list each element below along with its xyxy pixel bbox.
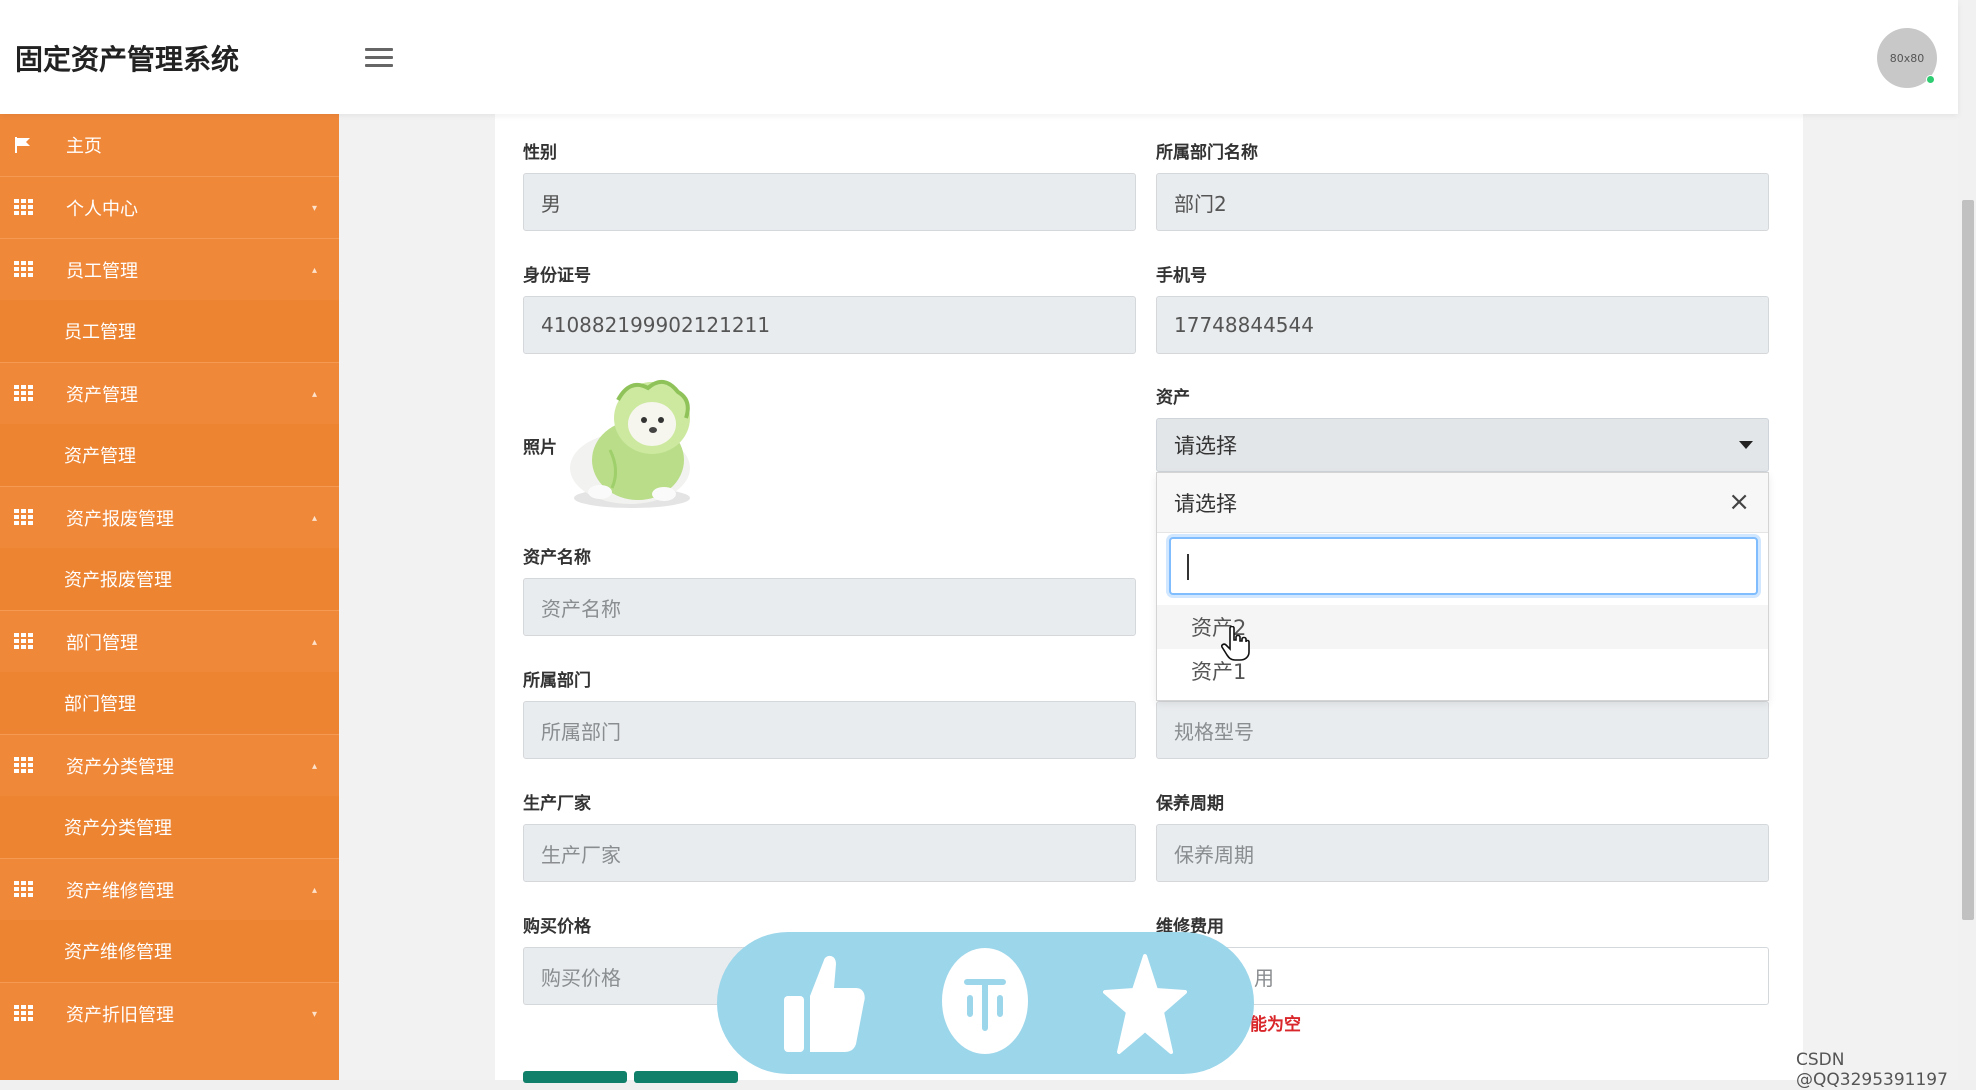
sidebar-item-label: 员工管理: [64, 322, 136, 343]
menu-toggle-icon[interactable]: [365, 48, 393, 68]
sidebar-subitem[interactable]: 资产分类管理: [0, 796, 339, 858]
spec-model-field[interactable]: 规格型号: [1156, 701, 1769, 759]
grid-icon: [14, 881, 33, 897]
repair-cost-placeholder: 用: [1254, 965, 1274, 990]
sidebar-item-label: 个人中心: [66, 198, 138, 220]
caret-icon: ▴: [311, 265, 317, 276]
submit-button[interactable]: [523, 1071, 627, 1083]
sidebar-item[interactable]: 员工管理 ▴: [0, 238, 339, 300]
photo-label: 照片: [523, 438, 557, 458]
phone-field[interactable]: 17748844544: [1156, 296, 1769, 354]
asset-dropdown: 请选择 × 资产2 资产1: [1156, 472, 1769, 701]
sidebar-item-label: 资产管理: [66, 384, 138, 406]
gender-label: 性别: [523, 143, 557, 163]
top-header: 固定资产管理系统 80x80: [0, 0, 1958, 114]
dropdown-header-text: 请选择: [1174, 491, 1237, 516]
star-icon[interactable]: [1103, 952, 1187, 1060]
caret-icon: ▴: [311, 637, 317, 648]
sidebar-item-label: 资产报废管理: [64, 570, 172, 591]
avatar[interactable]: 80x80: [1877, 28, 1937, 88]
flag-icon: [14, 136, 32, 154]
asset-select[interactable]: 请选择: [1156, 418, 1769, 472]
grid-icon: [14, 1005, 33, 1021]
caret-icon: ▴: [311, 761, 317, 772]
sidebar-item[interactable]: 部门管理 ▴: [0, 610, 339, 672]
sidebar-item-label: 资产分类管理: [64, 818, 172, 839]
text-cursor: [1187, 554, 1189, 580]
dropdown-header[interactable]: 请选择 ×: [1157, 473, 1768, 533]
sidebar-subitem[interactable]: 资产维修管理: [0, 920, 339, 982]
thumbs-up-icon[interactable]: [780, 952, 866, 1060]
avatar-text: 80x80: [1889, 51, 1925, 65]
asset-name-field[interactable]: 资产名称: [523, 578, 1136, 636]
id-number-field[interactable]: 410882199902121211: [523, 296, 1136, 354]
caret-icon: ▾: [311, 203, 317, 214]
sidebar: 主页 个人中心 ▾ 员工管理 ▴ 员工管理 资产管理 ▴ 资产管理 资产报废管理 ▴ 资产报废管理 部门…: [0, 114, 339, 1080]
sidebar-item-label: 资产折旧管理: [66, 1004, 174, 1026]
maintenance-cycle-label: 保养周期: [1156, 794, 1224, 814]
sidebar-item-label: 员工管理: [66, 260, 138, 282]
sidebar-item-label: 资产报废管理: [66, 508, 174, 530]
dept-name-field[interactable]: 部门2: [1156, 173, 1769, 231]
sidebar-item-label: 部门管理: [64, 694, 136, 715]
caret-down-icon: [1739, 441, 1753, 449]
caret-icon: ▾: [311, 1009, 317, 1020]
caret-icon: ▴: [311, 389, 317, 400]
coin-icon[interactable]: [940, 946, 1030, 1060]
grid-icon: [14, 509, 33, 525]
sidebar-item-label: 资产维修管理: [66, 880, 174, 902]
employee-photo[interactable]: [560, 370, 710, 512]
grid-icon: [14, 633, 33, 649]
grid-icon: [14, 199, 33, 215]
department-field[interactable]: 所属部门: [523, 701, 1136, 759]
hand-pointer-icon: [1221, 625, 1251, 662]
page-scrollbar-thumb[interactable]: [1962, 200, 1974, 920]
asset-select-value: 请选择: [1174, 434, 1237, 458]
phone-label: 手机号: [1156, 266, 1207, 286]
sidebar-item-label: 资产维修管理: [64, 942, 172, 963]
sidebar-item-label: 主页: [66, 136, 102, 157]
dropdown-search-input[interactable]: [1169, 537, 1758, 595]
sidebar-item-label: 部门管理: [66, 632, 138, 654]
manufacturer-label: 生产厂家: [523, 794, 591, 814]
department-label: 所属部门: [523, 671, 591, 691]
online-status-dot: [1926, 75, 1935, 84]
maintenance-cycle-field[interactable]: 保养周期: [1156, 824, 1769, 882]
asset-label: 资产: [1156, 388, 1190, 408]
manufacturer-field[interactable]: 生产厂家: [523, 824, 1136, 882]
grid-icon: [14, 757, 33, 773]
sidebar-item[interactable]: 资产报废管理 ▴: [0, 486, 339, 548]
sidebar-item[interactable]: 主页: [0, 114, 339, 176]
grid-icon: [14, 261, 33, 277]
id-number-label: 身份证号: [523, 266, 591, 286]
sidebar-item[interactable]: 个人中心 ▾: [0, 176, 339, 238]
gender-field[interactable]: 男: [523, 173, 1136, 231]
caret-icon: ▴: [311, 513, 317, 524]
sidebar-item[interactable]: 资产折旧管理 ▾: [0, 982, 339, 1044]
sidebar-subitem[interactable]: 部门管理: [0, 672, 339, 734]
sidebar-item-label: 资产管理: [64, 446, 136, 467]
app-title: 固定资产管理系统: [15, 43, 240, 76]
purchase-price-label: 购买价格: [523, 917, 591, 937]
cancel-button[interactable]: [634, 1071, 738, 1083]
sidebar-subitem[interactable]: 员工管理: [0, 300, 339, 362]
sidebar-subitem[interactable]: 资产报废管理: [0, 548, 339, 610]
dept-name-label: 所属部门名称: [1156, 143, 1258, 163]
caret-icon: ▴: [311, 885, 317, 896]
asset-name-label: 资产名称: [523, 548, 591, 568]
watermark: CSDN @QQ3295391197: [1796, 1050, 1948, 1090]
sidebar-item-label: 资产分类管理: [66, 756, 174, 778]
grid-icon: [14, 385, 33, 401]
sidebar-item[interactable]: 资产维修管理 ▴: [0, 858, 339, 920]
validation-error: 能为空: [1250, 1015, 1301, 1035]
sidebar-item[interactable]: 资产分类管理 ▴: [0, 734, 339, 796]
sidebar-item[interactable]: 资产管理 ▴: [0, 362, 339, 424]
sidebar-subitem[interactable]: 资产管理: [0, 424, 339, 486]
close-icon[interactable]: ×: [1728, 489, 1750, 515]
